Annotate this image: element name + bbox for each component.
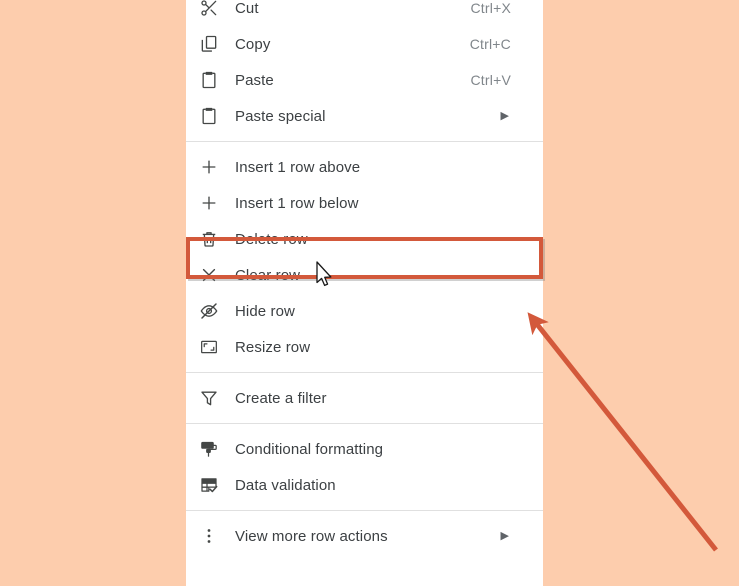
more-vertical-icon [197,524,221,548]
menu-item-label: Create a filter [235,389,327,407]
menu-item-label: Insert 1 row below [235,194,359,212]
menu-section: View more row actions ▶ [186,518,543,554]
menu-item-label: Data validation [235,476,336,494]
menu-section: Create a filter [186,380,543,416]
menu-item-label: Paste special [235,107,326,125]
menu-item-copy[interactable]: Copy Ctrl+C [186,26,543,62]
close-x-icon [197,263,221,287]
submenu-arrow-icon: ▶ [500,529,509,542]
menu-item-label: Delete row [235,230,308,248]
menu-section: Conditional formatting Data validation [186,431,543,503]
eye-off-icon [197,299,221,323]
menu-separator [186,423,543,424]
menu-item-label: Copy [235,35,271,53]
plus-icon [197,155,221,179]
menu-item-label: Insert 1 row above [235,158,361,176]
menu-item-label: Cut [235,0,259,17]
trash-icon [197,227,221,251]
menu-item-resize-row[interactable]: Resize row [186,329,543,365]
menu-item-label: Hide row [235,302,295,320]
submenu-arrow-icon: ▶ [500,109,509,122]
data-validation-icon [197,473,221,497]
clipboard-paste-icon [197,68,221,92]
menu-section: Cut Ctrl+X Copy Ctrl+C Paste Ctrl+V Paste spec… [186,0,543,134]
menu-item-create-a-filter[interactable]: Create a filter [186,380,543,416]
menu-item-clear-row[interactable]: Clear row [186,257,543,293]
menu-item-data-validation[interactable]: Data validation [186,467,543,503]
menu-item-conditional-formatting[interactable]: Conditional formatting [186,431,543,467]
menu-separator [186,510,543,511]
menu-separator [186,141,543,142]
clipboard-paste-special-icon [197,104,221,128]
menu-item-label: Paste [235,71,274,89]
menu-item-paste-special[interactable]: Paste special ▶ [186,98,543,134]
menu-section: Insert 1 row above Insert 1 row below Dele… [186,149,543,365]
paint-roller-icon [197,437,221,461]
menu-item-label: Clear row [235,266,301,284]
menu-item-label: View more row actions [235,527,388,545]
filter-funnel-icon [197,386,221,410]
menu-item-cut[interactable]: Cut Ctrl+X [186,0,543,26]
menu-item-shortcut: Ctrl+C [469,36,511,52]
spreadsheet-row-context-menu: Cut Ctrl+X Copy Ctrl+C Paste Ctrl+V Paste spec… [186,0,543,586]
menu-item-insert-1-row-above[interactable]: Insert 1 row above [186,149,543,185]
plus-icon [197,191,221,215]
menu-item-paste[interactable]: Paste Ctrl+V [186,62,543,98]
menu-item-delete-row[interactable]: Delete row [186,221,543,257]
menu-item-shortcut: Ctrl+V [470,72,511,88]
menu-item-label: Resize row [235,338,311,356]
menu-separator [186,372,543,373]
menu-item-hide-row[interactable]: Hide row [186,293,543,329]
menu-item-label: Conditional formatting [235,440,384,458]
menu-item-insert-1-row-below[interactable]: Insert 1 row below [186,185,543,221]
resize-icon [197,335,221,359]
menu-item-view-more-row-actions[interactable]: View more row actions ▶ [186,518,543,554]
scissors-icon [197,0,221,20]
menu-item-shortcut: Ctrl+X [470,0,511,16]
copy-icon [197,32,221,56]
